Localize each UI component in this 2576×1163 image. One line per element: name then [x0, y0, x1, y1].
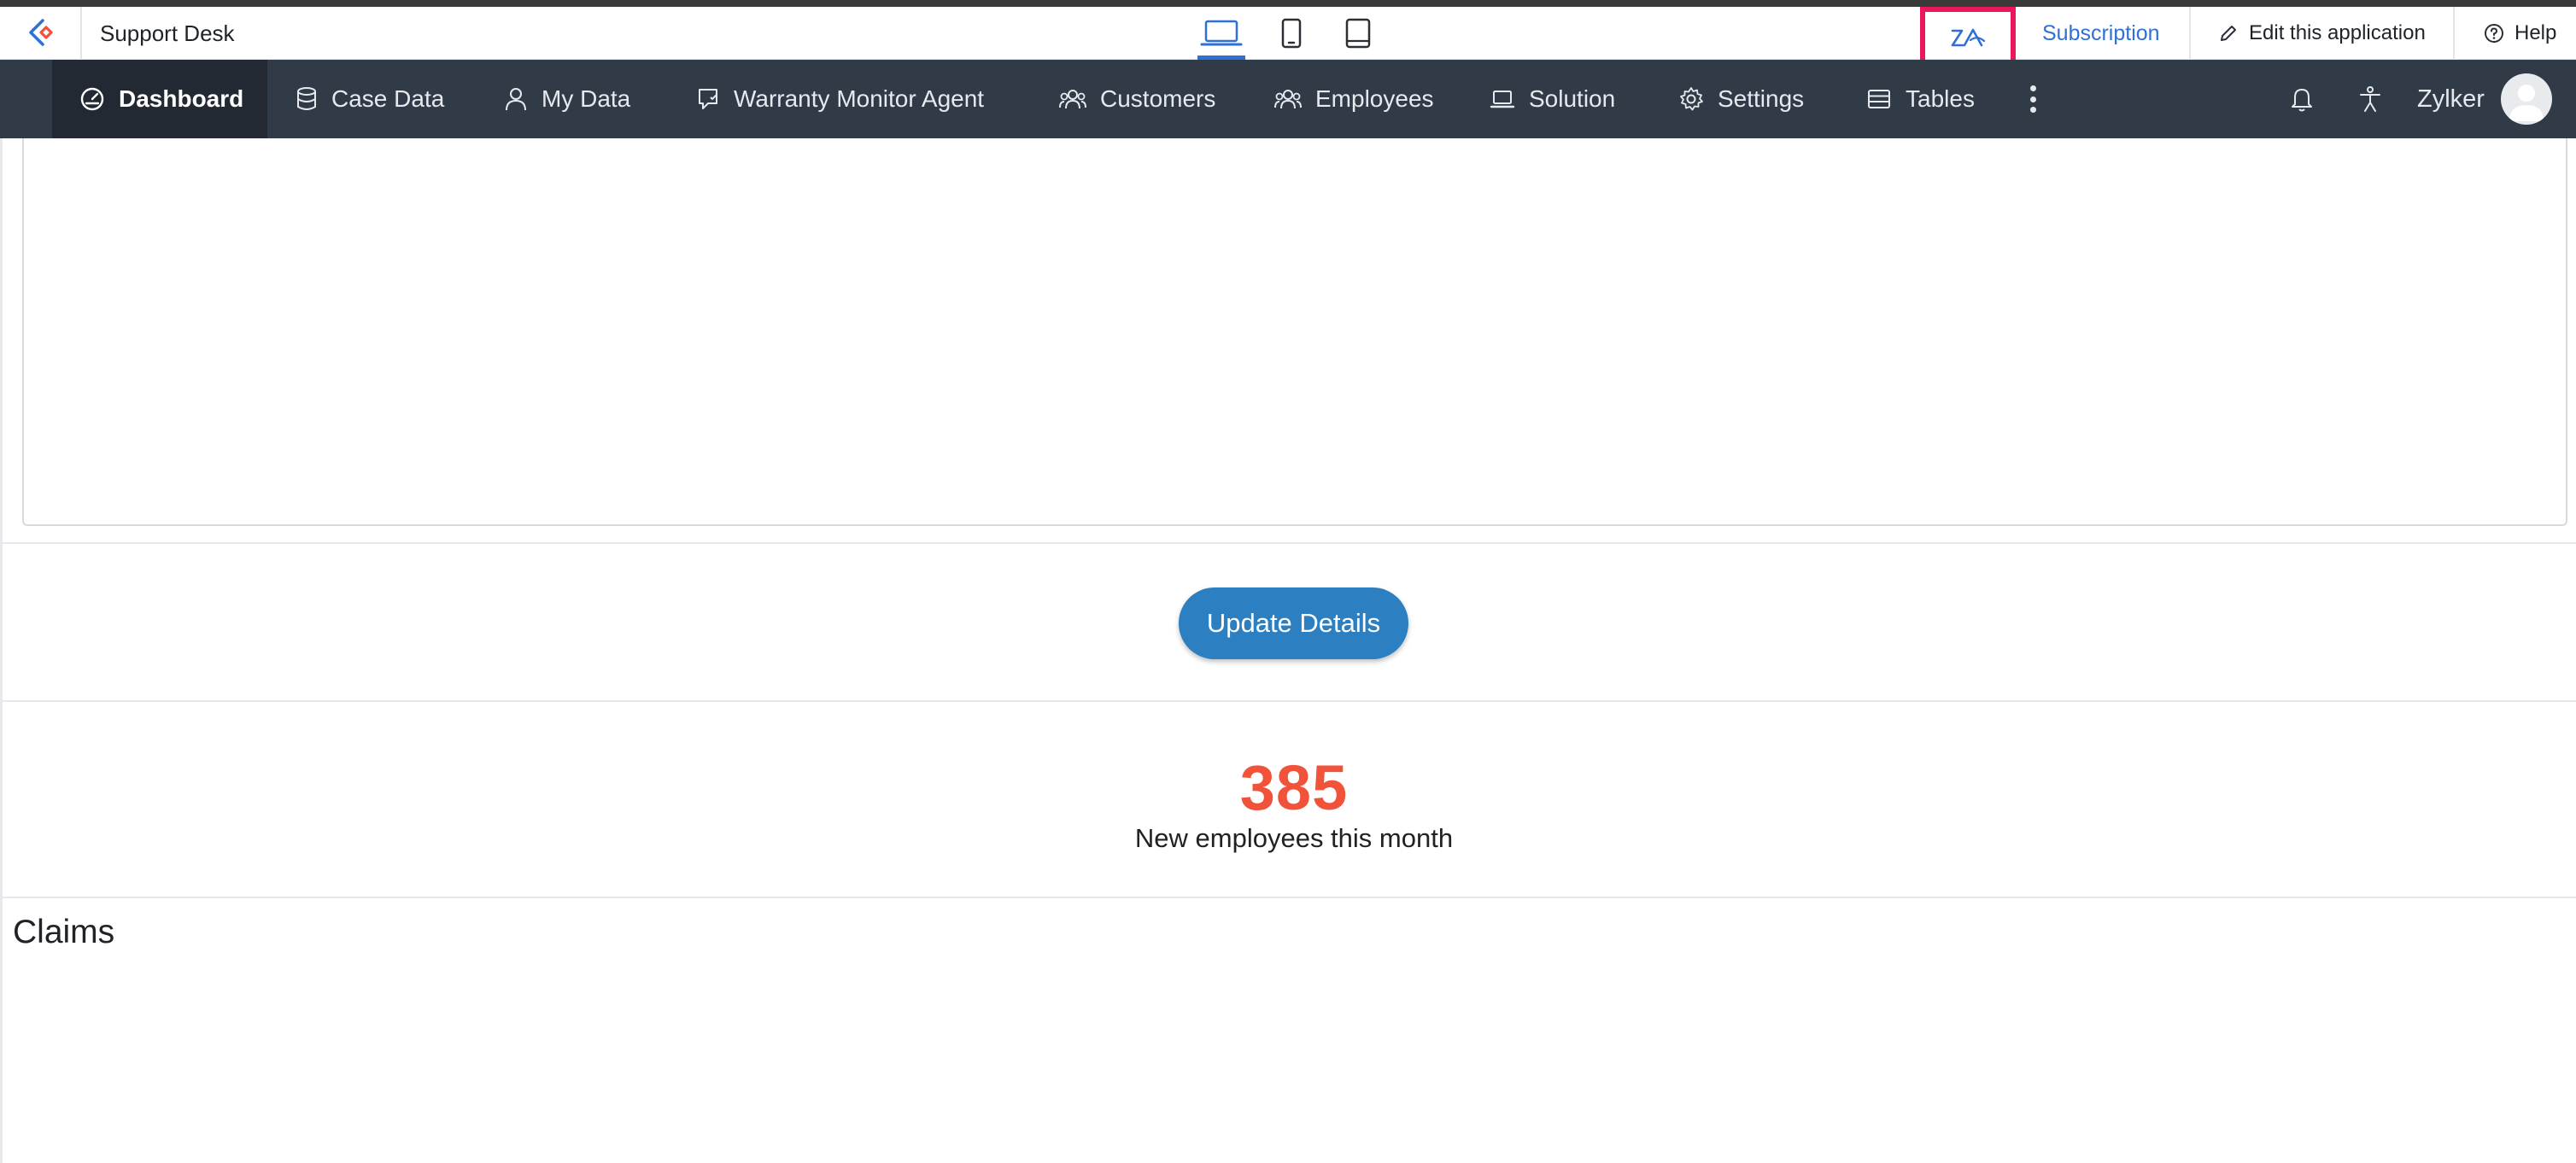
- window-top-strip: [0, 0, 2576, 7]
- nav-item-solution[interactable]: Solution: [1490, 60, 1615, 138]
- help-button[interactable]: Help: [2484, 7, 2556, 60]
- edit-application-label: Edit this application: [2249, 21, 2426, 44]
- bell-icon: [2292, 89, 2312, 112]
- nav-item-settings[interactable]: Settings: [1678, 60, 1804, 138]
- nav-item-tables[interactable]: Tables: [1866, 60, 1975, 138]
- accessibility-icon: [2360, 86, 2380, 112]
- tablet-view-button[interactable]: [1332, 7, 1384, 60]
- avatar[interactable]: [2501, 73, 2552, 125]
- edit-application-button[interactable]: Edit this application: [2218, 7, 2426, 60]
- nav-label: Customers: [1100, 85, 1216, 112]
- divider: [2189, 7, 2191, 60]
- subscription-link[interactable]: Subscription: [2042, 7, 2160, 60]
- nav-label: Case Data: [331, 85, 445, 112]
- group-icon: [1274, 90, 1302, 109]
- more-dots-icon: [2029, 96, 2036, 102]
- top-bar: Support Desk Subscription Edit this appl: [0, 7, 2576, 68]
- help-icon: [2485, 24, 2503, 43]
- update-details-button[interactable]: Update Details: [1179, 587, 1408, 659]
- nav-label: My Data: [542, 85, 631, 112]
- section-divider: [3, 897, 2576, 898]
- nav-label: Settings: [1718, 85, 1805, 112]
- nav-label: Warranty Monitor Agent: [734, 85, 985, 112]
- more-dots-icon: [2029, 107, 2036, 113]
- mobile-view-button[interactable]: [1266, 7, 1317, 60]
- claims-section-title: Claims: [13, 914, 115, 950]
- tablet-icon: [1345, 18, 1371, 49]
- user-avatar-icon: [2509, 85, 2544, 121]
- nav-item-warranty-monitor-agent[interactable]: Warranty Monitor Agent: [696, 60, 984, 138]
- gear-icon: [1680, 87, 1703, 111]
- app-logo-icon[interactable]: [20, 14, 60, 53]
- agent-icon: [699, 89, 717, 109]
- nav-label: Dashboard: [119, 85, 244, 112]
- user-name[interactable]: Zylker: [2417, 60, 2485, 138]
- main-navigation: Dashboard Case Data My Data Warranty Mon…: [0, 60, 2576, 138]
- zia-icon: [1951, 28, 1986, 47]
- more-menu-button[interactable]: [2024, 85, 2041, 113]
- group-icon: [1059, 90, 1086, 109]
- stat-label: New employees this month: [1134, 823, 1454, 853]
- laptop-icon: [1490, 91, 1515, 108]
- desktop-view-button[interactable]: [1196, 7, 1247, 60]
- mobile-icon: [1281, 18, 1302, 49]
- nav-item-case-data[interactable]: Case Data: [296, 60, 444, 138]
- accessibility-button[interactable]: [2349, 60, 2392, 138]
- nav-item-customers[interactable]: Customers: [1059, 60, 1215, 138]
- user-icon: [506, 88, 526, 111]
- help-label: Help: [2515, 21, 2557, 44]
- laptop-icon: [1200, 20, 1243, 46]
- more-dots-icon: [2029, 85, 2036, 91]
- dashboard-content: Update Details 385 New employees this mo…: [0, 138, 2576, 1163]
- nav-item-dashboard[interactable]: Dashboard: [52, 60, 267, 138]
- app-name: Support Desk: [100, 20, 235, 46]
- nav-item-my-data[interactable]: My Data: [504, 60, 630, 138]
- dashboard-icon: [80, 87, 104, 111]
- empty-widget-panel: [22, 138, 2567, 526]
- nav-label: Tables: [1906, 85, 1975, 112]
- stat-value: 385: [1239, 752, 1349, 823]
- divider: [80, 7, 82, 60]
- table-icon: [1868, 90, 1890, 108]
- divider: [2453, 7, 2455, 60]
- nav-label: Solution: [1529, 85, 1616, 112]
- notifications-button[interactable]: [2280, 60, 2323, 138]
- nav-item-employees[interactable]: Employees: [1274, 60, 1434, 138]
- section-divider: [3, 542, 2576, 544]
- nav-label: Employees: [1315, 85, 1434, 112]
- database-icon: [297, 87, 316, 110]
- pencil-icon: [2221, 26, 2236, 41]
- section-divider: [3, 700, 2576, 702]
